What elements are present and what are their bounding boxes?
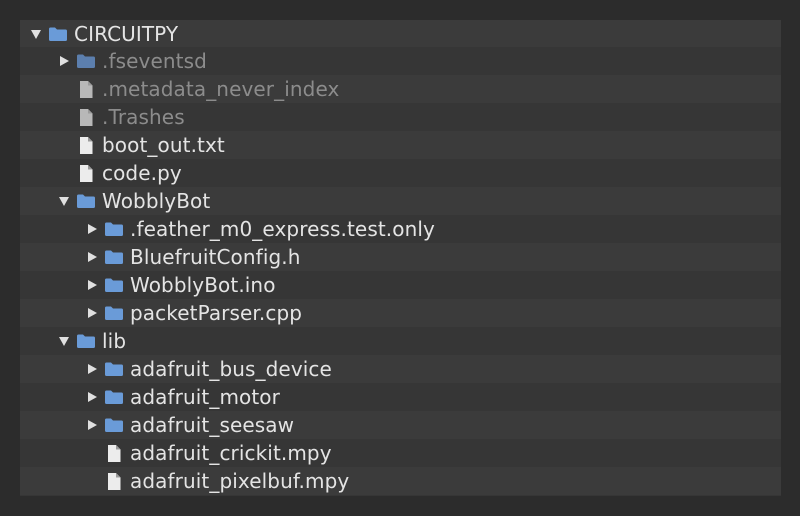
tree-row-label: .metadata_never_index bbox=[102, 77, 340, 101]
folder-icon bbox=[102, 411, 126, 439]
tree-row-feather-m0-express-test-only[interactable]: .feather_m0_express.test.only bbox=[20, 215, 781, 243]
tree-row-adafruit-motor[interactable]: adafruit_motor bbox=[20, 383, 781, 411]
disclosure-collapsed-icon[interactable] bbox=[82, 243, 102, 271]
file-icon bbox=[74, 131, 98, 159]
tree-row-label: WobblyBot bbox=[102, 189, 211, 213]
tree-row-label: .Trashes bbox=[102, 105, 185, 129]
tree-row-label: packetParser.cpp bbox=[130, 301, 303, 325]
tree-row-adafruit-bus-device[interactable]: adafruit_bus_device bbox=[20, 355, 781, 383]
folder-icon bbox=[102, 383, 126, 411]
tree-row-metadata-never-index[interactable]: .metadata_never_index bbox=[20, 75, 781, 103]
folder-icon bbox=[102, 215, 126, 243]
tree-row-label: WobblyBot.ino bbox=[130, 273, 276, 297]
file-tree: CIRCUITPY .fseventsd .metadata_never_ind… bbox=[20, 20, 781, 496]
tree-row-packetparser-cpp[interactable]: packetParser.cpp bbox=[20, 299, 781, 327]
disclosure-expanded-icon[interactable] bbox=[54, 187, 74, 215]
tree-row-wobblybot[interactable]: WobblyBot bbox=[20, 187, 781, 215]
tree-row-label: .fseventsd bbox=[102, 49, 207, 73]
file-icon bbox=[74, 75, 98, 103]
disclosure-collapsed-icon[interactable] bbox=[82, 215, 102, 243]
tree-row-label: code.py bbox=[102, 161, 182, 185]
tree-row-code-py[interactable]: code.py bbox=[20, 159, 781, 187]
tree-row-adafruit-crickit-mpy[interactable]: adafruit_crickit.mpy bbox=[20, 439, 781, 467]
folder-icon bbox=[102, 355, 126, 383]
folder-icon bbox=[102, 271, 126, 299]
folder-icon bbox=[74, 327, 98, 355]
file-icon bbox=[74, 103, 98, 131]
disclosure-collapsed-icon[interactable] bbox=[54, 47, 74, 75]
tree-row-fseventsd[interactable]: .fseventsd bbox=[20, 47, 781, 75]
tree-row-boot-out-txt[interactable]: boot_out.txt bbox=[20, 131, 781, 159]
folder-icon bbox=[102, 299, 126, 327]
tree-row-label: adafruit_crickit.mpy bbox=[130, 441, 332, 465]
tree-row-label: adafruit_seesaw bbox=[130, 413, 295, 437]
tree-row-label: .feather_m0_express.test.only bbox=[130, 217, 435, 241]
tree-row-lib[interactable]: lib bbox=[20, 327, 781, 355]
disclosure-collapsed-icon[interactable] bbox=[82, 383, 102, 411]
tree-row-trashes[interactable]: .Trashes bbox=[20, 103, 781, 131]
tree-row-label: adafruit_bus_device bbox=[130, 357, 332, 381]
tree-row-label: boot_out.txt bbox=[102, 133, 225, 157]
tree-row-circuitpy[interactable]: CIRCUITPY bbox=[20, 20, 781, 47]
file-icon bbox=[102, 439, 126, 467]
disclosure-collapsed-icon[interactable] bbox=[82, 355, 102, 383]
tree-row-adafruit-pixelbuf-mpy[interactable]: adafruit_pixelbuf.mpy bbox=[20, 467, 781, 495]
tree-row-label: adafruit_pixelbuf.mpy bbox=[130, 469, 350, 493]
folder-icon bbox=[74, 47, 98, 75]
tree-row-label: lib bbox=[102, 329, 127, 353]
disclosure-collapsed-icon[interactable] bbox=[82, 299, 102, 327]
tree-row-label: adafruit_motor bbox=[130, 385, 280, 409]
tree-row-bluefruitconfig-h[interactable]: BluefruitConfig.h bbox=[20, 243, 781, 271]
disclosure-collapsed-icon[interactable] bbox=[82, 271, 102, 299]
folder-icon bbox=[102, 243, 126, 271]
tree-row-label: CIRCUITPY bbox=[74, 21, 179, 46]
folder-icon bbox=[46, 20, 70, 48]
folder-icon bbox=[74, 187, 98, 215]
tree-row-wobblybot-ino[interactable]: WobblyBot.ino bbox=[20, 271, 781, 299]
file-icon bbox=[102, 467, 126, 495]
tree-row-label: BluefruitConfig.h bbox=[130, 245, 301, 269]
file-icon bbox=[74, 159, 98, 187]
disclosure-expanded-icon[interactable] bbox=[54, 327, 74, 355]
disclosure-collapsed-icon[interactable] bbox=[82, 411, 102, 439]
disclosure-expanded-icon[interactable] bbox=[26, 20, 46, 48]
tree-row-adafruit-seesaw[interactable]: adafruit_seesaw bbox=[20, 411, 781, 439]
